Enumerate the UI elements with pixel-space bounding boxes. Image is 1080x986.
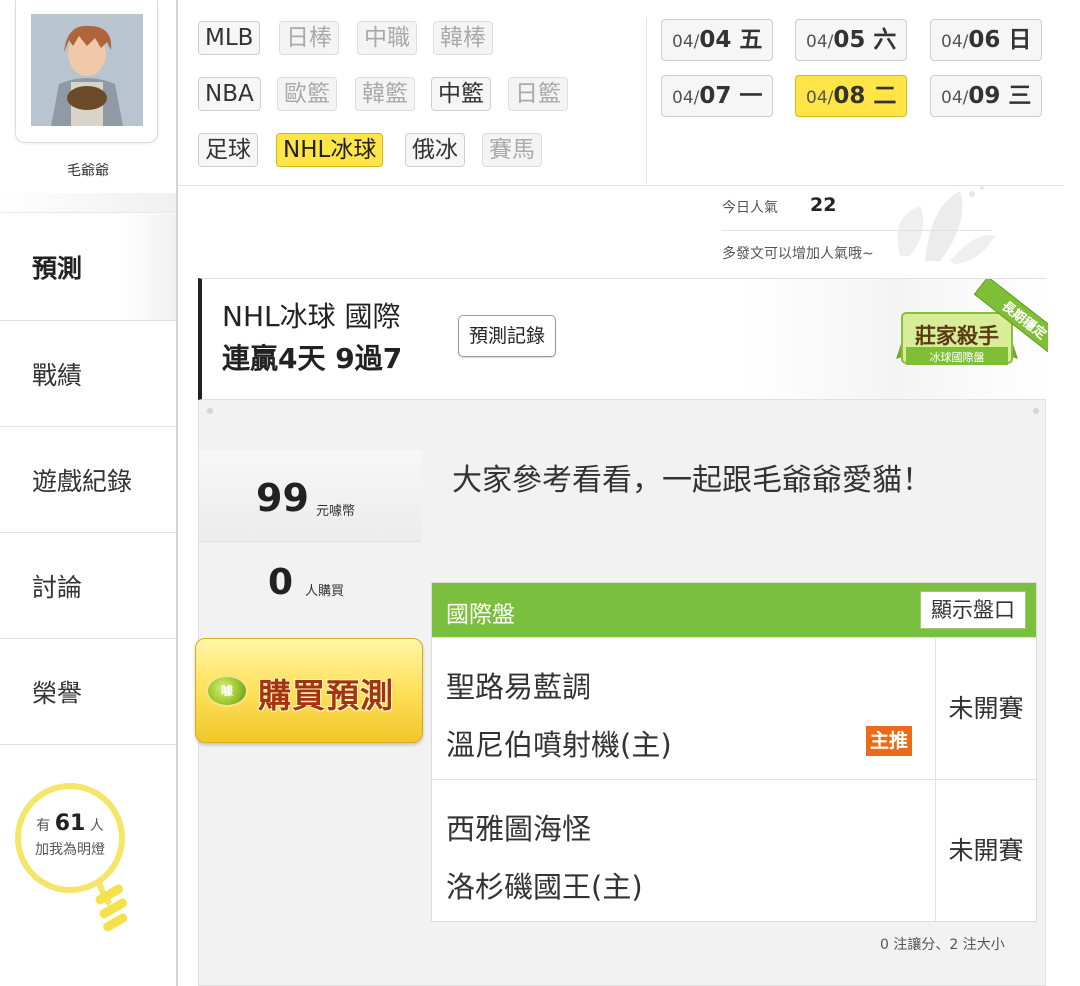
popularity-value: 22 xyxy=(810,194,837,216)
fans-suffix: 人 xyxy=(89,818,104,834)
prediction-record-button[interactable]: 預測記錄 xyxy=(458,315,557,357)
sport-tab-mlb[interactable]: MLB xyxy=(198,21,261,55)
date-day: 04 五 xyxy=(699,27,763,53)
prediction-message: 大家參考看看，一起跟毛爺爺愛貓！ xyxy=(452,463,932,498)
away-team: 聖路易藍調 xyxy=(446,670,592,704)
avatar[interactable] xyxy=(31,14,143,126)
game-status: 未開賽 xyxy=(948,836,1024,865)
sidebar-item-label: 討論 xyxy=(32,572,83,602)
sidebar-item-record[interactable]: 戰績 xyxy=(0,320,176,426)
date-0407[interactable]: 04/07 一 xyxy=(661,75,774,117)
away-team: 西雅圖海怪 xyxy=(446,812,592,846)
game-status: 未開賽 xyxy=(948,694,1024,723)
fans-caption: 加我為明燈 xyxy=(35,842,105,858)
sidebar-item-label: 遊戲紀錄 xyxy=(32,466,133,496)
sport-tab-kbl: 韓籃 xyxy=(355,77,415,111)
buyer-count: 0 xyxy=(268,562,294,603)
sport-tab-japan-basketball: 日籃 xyxy=(508,77,568,111)
sidebar-item-game-log[interactable]: 遊戲紀錄 xyxy=(0,426,176,532)
sport-tab-nhl[interactable]: NHL冰球 xyxy=(276,133,384,167)
price-panel xyxy=(199,450,421,542)
date-0404[interactable]: 04/04 五 xyxy=(661,19,774,61)
decorative-leaf-icon xyxy=(897,186,995,264)
badge-main-text: 莊家殺手 xyxy=(915,324,999,348)
avatar-photo-icon xyxy=(31,14,143,126)
sidebar-item-label: 戰績 xyxy=(32,360,83,390)
sport-tab-cpbl: 中職 xyxy=(357,21,417,55)
sport-tab-npb: 日棒 xyxy=(279,21,339,55)
buy-prediction-label: 購買預測 xyxy=(258,676,394,715)
sport-tab-sbl[interactable]: 中籃 xyxy=(431,77,491,111)
date-0406[interactable]: 04/06 日 xyxy=(930,19,1043,61)
sidebar-item-label: 預測 xyxy=(32,254,83,283)
sidebar-item-honor[interactable]: 榮譽 xyxy=(0,638,176,744)
coin-icon: 噱 xyxy=(206,675,248,707)
game-row[interactable]: 聖路易藍調 溫尼伯噴射機(主) 主推 未開賽 xyxy=(432,637,1036,779)
badge-sub-text: 冰球國際盤 xyxy=(930,350,985,364)
date-month: 04/ xyxy=(941,88,969,108)
badge-area: 莊家殺手 冰球國際盤 長期穩定 xyxy=(742,279,1048,399)
prediction-streak: 連贏4天 9過7 xyxy=(222,342,403,375)
popularity-label: 今日人氣 xyxy=(722,200,778,216)
avatar-card[interactable] xyxy=(15,0,158,143)
price-unit: 元噱幣 xyxy=(316,504,356,519)
game-teams: 聖路易藍調 溫尼伯噴射機(主) 主推 xyxy=(432,638,936,779)
popularity-hint: 多發文可以增加人氣哦~ xyxy=(722,246,874,262)
sidebar-item-discussion[interactable]: 討論 xyxy=(0,532,176,638)
date-month: 04/ xyxy=(806,32,834,52)
sport-tab-horse-racing: 賽馬 xyxy=(482,133,542,167)
date-day: 06 日 xyxy=(968,27,1032,53)
corner-dot xyxy=(1033,408,1039,414)
bookmaker-killer-badge-icon: 莊家殺手 冰球國際盤 長期穩定 xyxy=(896,279,1048,365)
home-team: 溫尼伯噴射機(主) xyxy=(446,728,672,762)
buy-prediction-button[interactable]: 噱 購買預測 xyxy=(195,638,423,743)
popularity-divider xyxy=(722,230,992,231)
date-day: 09 三 xyxy=(968,83,1032,109)
date-0409[interactable]: 04/09 三 xyxy=(930,75,1043,117)
price-value: 99 xyxy=(256,476,309,520)
show-odds-button[interactable]: 顯示盤口 xyxy=(920,591,1026,629)
games-table-title: 國際盤 xyxy=(446,602,515,628)
fans-prefix: 有 xyxy=(36,818,51,834)
user-name[interactable]: 毛爺爺 xyxy=(0,160,176,180)
games-table-header: 國際盤 顯示盤口 xyxy=(432,583,1036,637)
date-month: 04/ xyxy=(806,88,834,108)
fans-count[interactable]: 有 61 人 加我為明燈 xyxy=(14,812,126,862)
date-day: 07 一 xyxy=(699,83,763,109)
sidebar: 毛爺爺 預測 戰績 遊戲紀錄 討論 榮譽 有 61 人 加我為明燈 xyxy=(0,0,178,986)
filter-divider xyxy=(646,18,647,184)
filter-bar: MLB 日棒 中職 韓棒 NBA 歐籃 韓籃 中籃 日籃 足球 NHL冰球 俄冰… xyxy=(178,0,1064,186)
sidebar-item-predict[interactable]: 預測 xyxy=(0,214,176,320)
games-table: 國際盤 顯示盤口 聖路易藍調 溫尼伯噴射機(主) 主推 未開賽 西雅圖海怪 洛杉… xyxy=(431,582,1037,922)
buyer-unit: 人購買 xyxy=(305,584,345,599)
sport-tab-soccer[interactable]: 足球 xyxy=(198,133,258,167)
sidebar-divider xyxy=(0,193,176,213)
date-0405[interactable]: 04/05 六 xyxy=(795,19,908,61)
date-day: 08 二 xyxy=(833,83,897,109)
bet-summary: 0 注讓分、2 注大小 xyxy=(880,937,1005,953)
date-month: 04/ xyxy=(941,32,969,52)
sport-tab-khl[interactable]: 俄冰 xyxy=(405,133,465,167)
corner-dot xyxy=(207,408,213,414)
home-team: 洛杉磯國王(主) xyxy=(446,870,643,904)
prediction-category: NHL冰球 國際 xyxy=(222,300,401,333)
prediction-header: NHL冰球 國際 連贏4天 9過7 預測記錄 莊家殺手 冰球國際盤 長期穩定 xyxy=(198,278,1048,400)
sidebar-divider xyxy=(0,744,176,745)
game-row[interactable]: 西雅圖海怪 洛杉磯國王(主) 未開賽 xyxy=(432,779,1036,921)
date-0408[interactable]: 04/08 二 xyxy=(795,75,908,117)
sidebar-item-label: 榮譽 xyxy=(32,678,83,708)
fans-number: 61 xyxy=(54,811,86,836)
sport-tab-kbo: 韓棒 xyxy=(433,21,493,55)
recommend-badge: 主推 xyxy=(866,726,913,756)
date-month: 04/ xyxy=(672,32,700,52)
game-teams: 西雅圖海怪 洛杉磯國王(主) xyxy=(432,780,936,921)
sport-tab-euro-basketball: 歐籃 xyxy=(277,77,337,111)
date-day: 05 六 xyxy=(833,27,897,53)
date-month: 04/ xyxy=(672,88,700,108)
sport-tab-nba[interactable]: NBA xyxy=(198,77,261,111)
